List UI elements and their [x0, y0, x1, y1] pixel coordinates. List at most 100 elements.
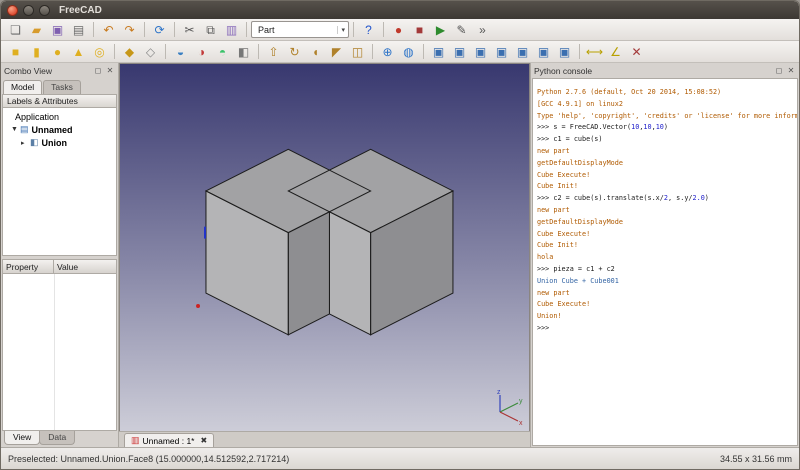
new-file-icon[interactable]: ❏	[5, 20, 26, 40]
console-line: new part	[537, 205, 793, 217]
copy-icon[interactable]: ⧉	[200, 20, 221, 40]
main-area: Combo View ◻ ✕ Model Tasks Labels & Attr…	[1, 63, 799, 447]
python-console-title: Python console	[534, 66, 772, 76]
part-cone-icon[interactable]: ▲	[68, 42, 89, 62]
toolbar-overflow-icon[interactable]: »	[472, 20, 493, 40]
shape-builder-icon[interactable]: ◇	[140, 42, 161, 62]
open-file-icon[interactable]: ▰	[26, 20, 47, 40]
freecad-document-icon: ▥	[131, 435, 140, 446]
tree-item-union[interactable]: ▸ ◧ Union	[3, 136, 116, 149]
measure-linear-icon[interactable]: ⟷	[584, 42, 605, 62]
window-title: FreeCAD	[59, 5, 102, 16]
tab-close-icon[interactable]: ✖	[201, 436, 208, 445]
3d-viewport[interactable]: z y x	[119, 63, 530, 431]
macro-stop-icon[interactable]: ■	[409, 20, 430, 40]
document-tab-label: Unnamed : 1*	[143, 436, 195, 446]
chevron-collapsed-icon[interactable]: ▸	[21, 139, 30, 147]
console-line: Union Cube + Cube001	[537, 276, 793, 288]
panel-float-icon[interactable]: ◻	[774, 66, 784, 75]
refresh-icon[interactable]: ⟳	[149, 20, 170, 40]
property-column-header[interactable]: Property	[2, 259, 54, 274]
chamfer-icon[interactable]: ◤	[326, 42, 347, 62]
console-line: Python 2.7.6 (default, Oct 20 2014, 15:0…	[537, 87, 793, 99]
python-console-panel: Python console ◻ ✕ Python 2.7.6 (default…	[530, 63, 799, 447]
toolbar-separator	[383, 22, 384, 37]
console-line: Cube Init!	[537, 181, 793, 193]
cross-section-icon[interactable]: ◧	[233, 42, 254, 62]
redo-icon[interactable]: ↷	[119, 20, 140, 40]
create-primitives-icon[interactable]: ◆	[119, 42, 140, 62]
panel-close-icon[interactable]: ✕	[786, 66, 796, 75]
view-left-icon[interactable]: ▣	[554, 42, 575, 62]
window-maximize-button[interactable]	[39, 5, 50, 16]
boolean-cut-icon[interactable]: ◑	[191, 42, 212, 62]
macro-play-icon[interactable]: ▶	[430, 20, 451, 40]
part-torus-icon[interactable]: ◎	[89, 42, 110, 62]
part-box-icon[interactable]: ■	[5, 42, 26, 62]
face-front-right-cube1[interactable]	[288, 212, 329, 335]
window-close-button[interactable]	[7, 5, 18, 16]
document-tab-unnamed[interactable]: ▥ Unnamed : 1* ✖	[124, 433, 214, 447]
cut-icon[interactable]: ✂	[179, 20, 200, 40]
tab-tasks[interactable]: Tasks	[43, 80, 81, 94]
tree-item-unnamed[interactable]: ▼ ▤ Unnamed	[3, 123, 116, 136]
console-line: >>> pieza = c1 + c2	[537, 264, 793, 276]
combo-view-header: Combo View ◻ ✕	[1, 63, 118, 78]
tab-model[interactable]: Model	[3, 80, 42, 94]
workbench-selected-value: Part	[258, 25, 275, 35]
mirror-icon[interactable]: ◫	[347, 42, 368, 62]
union-solid[interactable]	[120, 64, 529, 431]
panel-float-icon[interactable]: ◻	[93, 66, 103, 75]
view-rear-icon[interactable]: ▣	[512, 42, 533, 62]
console-line: hola	[537, 252, 793, 264]
console-line: getDefaultDisplayMode	[537, 217, 793, 229]
extrude-icon[interactable]: ⇧	[263, 42, 284, 62]
fillet-icon[interactable]: ◖	[305, 42, 326, 62]
tree-item-label: Application	[15, 112, 59, 122]
workbench-selector[interactable]: Part▾	[251, 21, 349, 38]
console-line: Cube Execute!	[537, 299, 793, 311]
part-sphere-icon[interactable]: ●	[47, 42, 68, 62]
toolbar-separator	[423, 44, 424, 59]
draw-style-icon[interactable]: ◍	[398, 42, 419, 62]
console-line: getDefaultDisplayMode	[537, 158, 793, 170]
console-line: >>> c1 = cube(s)	[537, 134, 793, 146]
tab-view[interactable]: View	[4, 431, 40, 445]
toolbar-separator	[246, 22, 247, 37]
freecad-window: FreeCAD ❏▰▣▤↶↷⟳✂⧉▥Part▾?●■▶✎» ■▮●▲◎◆◇◒◑◓…	[0, 0, 800, 470]
face-front-left-cube2[interactable]	[329, 212, 370, 335]
python-console-output[interactable]: Python 2.7.6 (default, Oct 20 2014, 15:0…	[532, 78, 798, 446]
clear-measurement-icon[interactable]: ✕	[626, 42, 647, 62]
macro-record-icon[interactable]: ●	[388, 20, 409, 40]
view-top-icon[interactable]: ▣	[470, 42, 491, 62]
save-file-icon[interactable]: ▣	[47, 20, 68, 40]
console-line: new part	[537, 146, 793, 158]
fit-all-icon[interactable]: ⊕	[377, 42, 398, 62]
view-bottom-icon[interactable]: ▣	[533, 42, 554, 62]
boolean-intersection-icon[interactable]: ◓	[212, 42, 233, 62]
whats-this-icon[interactable]: ?	[358, 20, 379, 40]
window-minimize-button[interactable]	[23, 5, 34, 16]
print-icon[interactable]: ▤	[68, 20, 89, 40]
combo-view-tabs: Model Tasks	[1, 78, 118, 94]
view-isometric-icon[interactable]: ▣	[428, 42, 449, 62]
part-cylinder-icon[interactable]: ▮	[26, 42, 47, 62]
view-front-icon[interactable]: ▣	[449, 42, 470, 62]
paste-icon[interactable]: ▥	[221, 20, 242, 40]
macro-edit-icon[interactable]: ✎	[451, 20, 472, 40]
value-column-header[interactable]: Value	[53, 259, 117, 274]
boolean-union-icon[interactable]: ◒	[170, 42, 191, 62]
toolbar-separator	[258, 44, 259, 59]
revolve-icon[interactable]: ↻	[284, 42, 305, 62]
console-line: new part	[537, 288, 793, 300]
chevron-expanded-icon[interactable]: ▼	[11, 126, 20, 133]
axis-z-label: z	[497, 390, 501, 396]
view-right-icon[interactable]: ▣	[491, 42, 512, 62]
measure-angular-icon[interactable]: ∠	[605, 42, 626, 62]
tree-item-application[interactable]: Application	[3, 110, 116, 123]
panel-close-icon[interactable]: ✕	[105, 66, 115, 75]
origin-point-mark	[196, 304, 200, 308]
tab-data[interactable]: Data	[39, 431, 75, 445]
document-icon: ▤	[20, 124, 29, 135]
undo-icon[interactable]: ↶	[98, 20, 119, 40]
